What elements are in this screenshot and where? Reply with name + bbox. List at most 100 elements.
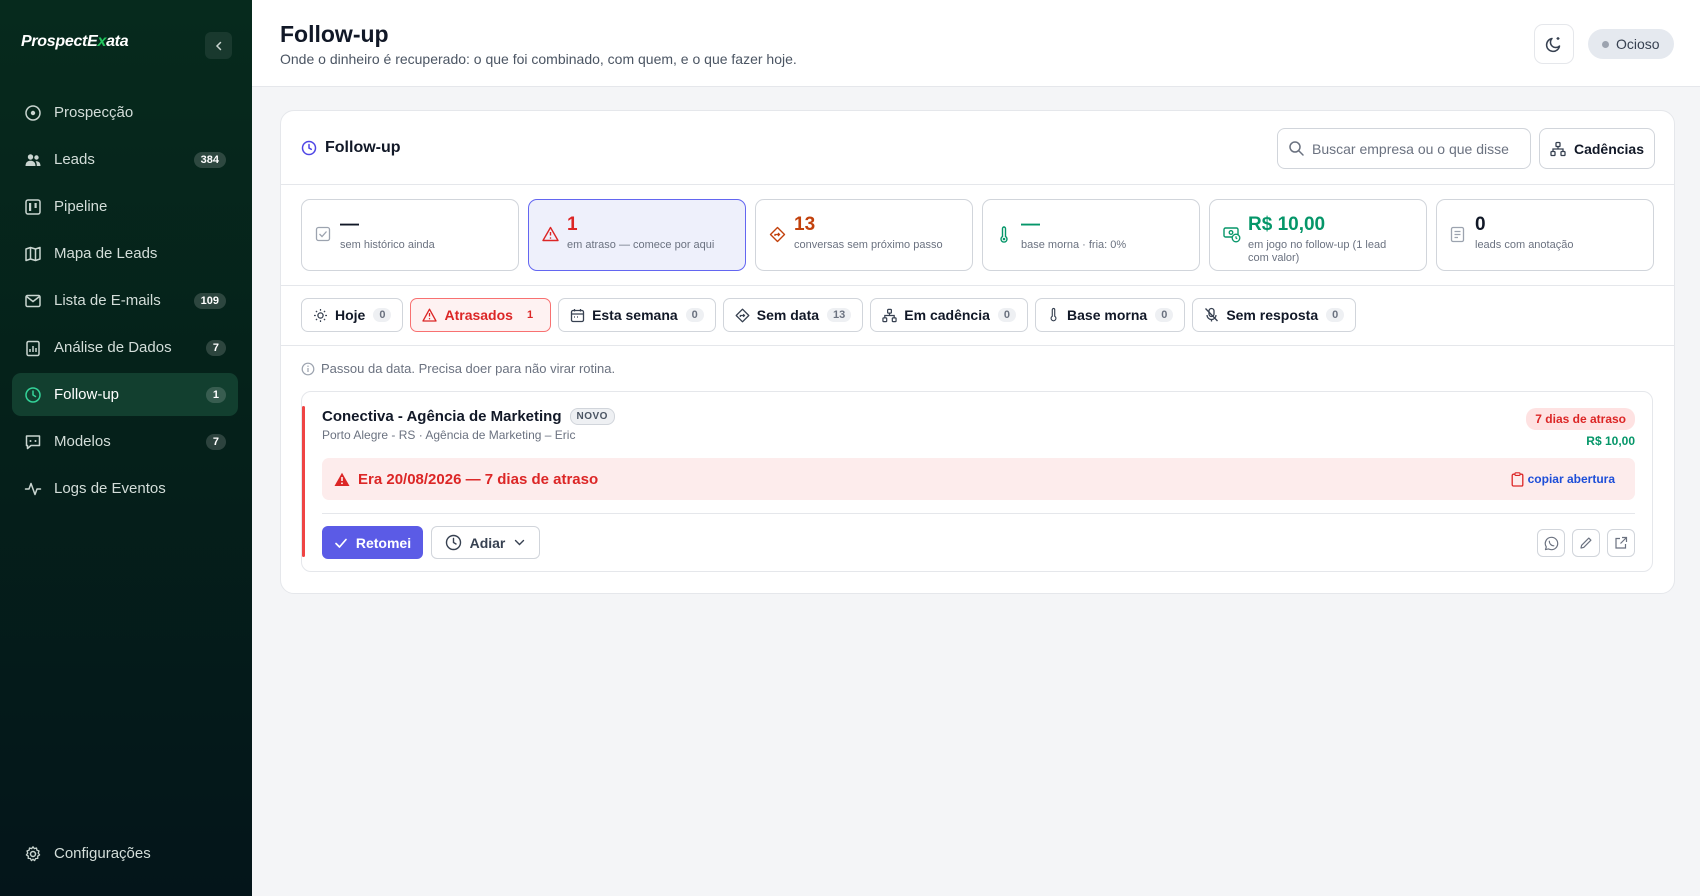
warning-icon	[542, 226, 559, 242]
clipboard-chart-icon	[24, 339, 42, 357]
lead-meta: Porto Alegre - RS · Agência de Marketing…	[322, 428, 576, 442]
status-badge: Ocioso	[1588, 29, 1674, 59]
copy-opening-link[interactable]: copiar abertura	[1511, 471, 1615, 487]
stat-em-atraso[interactable]: 1 em atraso — comece por aqui	[528, 199, 746, 271]
sun-icon	[314, 308, 327, 322]
open-external-button[interactable]	[1607, 529, 1635, 557]
sidebar-item-label: Pipeline	[54, 198, 108, 215]
stat-value: 0	[1475, 214, 1486, 235]
diamond-arrow-icon	[735, 308, 750, 322]
stat-base-morna[interactable]: — base morna · fria: 0%	[982, 199, 1200, 271]
clock-icon	[445, 534, 461, 551]
notes-icon	[1450, 226, 1465, 243]
tab-sem-resposta[interactable]: Sem resposta 0	[1192, 298, 1357, 332]
search-field[interactable]	[1277, 128, 1531, 169]
sidebar-item-leads[interactable]: Leads 384	[12, 138, 238, 181]
edit-button[interactable]	[1572, 529, 1600, 557]
tab-atrasados[interactable]: Atrasados 1	[410, 298, 552, 332]
tab-count: 13	[827, 308, 852, 322]
stat-label: em atraso — comece por aqui	[567, 239, 715, 251]
check-icon	[335, 538, 347, 548]
tab-count: 0	[685, 308, 704, 322]
check-square-icon	[315, 226, 331, 242]
page-subtitle: Onde o dinheiro é recuperado: o que foi …	[280, 51, 797, 67]
moon-icon	[1545, 37, 1561, 53]
tab-sem-data[interactable]: Sem data 13	[722, 298, 864, 332]
overdue-alert: Era 20/08/2026 — 7 dias de atraso copiar…	[322, 458, 1635, 500]
collapse-sidebar-button[interactable]	[205, 32, 232, 59]
filter-tabs: Hoje 0 Atrasados 1 Esta semana 0 Sem dat…	[301, 298, 1357, 332]
stat-value: 13	[794, 214, 816, 235]
gear-icon	[24, 845, 42, 863]
sidebar-item-label: Follow-up	[54, 386, 120, 403]
tab-hoje[interactable]: Hoje 0	[301, 298, 404, 332]
sidebar-item-analise-de-dados[interactable]: Análise de Dados 7	[12, 326, 238, 369]
search-input[interactable]	[1312, 140, 1517, 157]
stat-label: base morna · fria: 0%	[1021, 239, 1127, 251]
warning-icon	[334, 472, 350, 486]
stat-value: R$ 10,00	[1248, 214, 1326, 235]
adiar-dropdown-button[interactable]: Adiar	[431, 526, 540, 559]
whatsapp-button[interactable]	[1537, 529, 1565, 557]
sidebar-item-pipeline[interactable]: Pipeline	[12, 185, 238, 228]
money-clock-icon	[1223, 227, 1241, 243]
stats-row: — sem histórico ainda 1 em atraso — come…	[301, 199, 1654, 271]
count-badge: 1	[205, 386, 226, 403]
sidebar-item-logs-de-eventos[interactable]: Logs de Eventos	[12, 467, 238, 510]
thermometer-icon	[1050, 307, 1057, 322]
sidebar-item-modelos[interactable]: Modelos 7	[12, 420, 238, 463]
status-label: Ocioso	[1616, 36, 1660, 52]
stat-historico[interactable]: — sem histórico ainda	[301, 199, 519, 271]
sidebar-item-follow-up[interactable]: Follow-up 1	[12, 373, 238, 416]
stat-label: sem histórico ainda	[340, 239, 435, 251]
stat-anotacoes[interactable]: 0 leads com anotação	[1436, 199, 1654, 271]
search-icon	[1289, 141, 1304, 156]
sidebar-item-configuracoes[interactable]: Configurações	[12, 832, 238, 875]
sidebar-nav: Prospecção Leads 384 Pipeline Mapa de Le…	[12, 91, 238, 514]
tab-base-morna[interactable]: Base morna 0	[1035, 298, 1186, 332]
stat-label: conversas sem próximo passo	[794, 239, 943, 251]
whatsapp-icon	[1544, 536, 1558, 550]
stat-sem-proximo-passo[interactable]: 13 conversas sem próximo passo	[755, 199, 973, 271]
lead-name[interactable]: Conectiva - Agência de Marketing NOVO	[322, 408, 615, 425]
pencil-icon	[1580, 537, 1592, 549]
panel-title: Follow-up	[301, 139, 401, 157]
overdue-indicator-bar	[302, 406, 305, 557]
overdue-badge: 7 dias de atraso	[1526, 408, 1635, 430]
page-header: Follow-up Onde o dinheiro é recuperado: …	[252, 0, 1700, 87]
lead-tag: NOVO	[569, 408, 615, 425]
external-link-icon	[1615, 536, 1628, 549]
mic-off-icon	[1205, 307, 1219, 322]
sidebar-item-lista-de-emails[interactable]: Lista de E-mails 109	[12, 279, 238, 322]
stat-value: —	[340, 214, 359, 235]
chevron-left-icon	[215, 41, 221, 50]
sidebar-item-label: Modelos	[54, 433, 111, 450]
follow-up-panel: Follow-up Cadências — sem histórico aind…	[280, 110, 1675, 594]
page-title: Follow-up	[280, 21, 389, 47]
count-badge: 7	[205, 433, 226, 450]
panel-header: Follow-up Cadências	[281, 111, 1674, 185]
sidebar-item-mapa-de-leads[interactable]: Mapa de Leads	[12, 232, 238, 275]
mail-icon	[24, 292, 42, 310]
theme-toggle-button[interactable]	[1534, 24, 1574, 64]
kanban-icon	[24, 198, 42, 216]
clock-icon	[301, 140, 317, 156]
tab-count: 0	[1326, 308, 1345, 322]
tab-count: 0	[1155, 308, 1174, 322]
retomei-button[interactable]: Retomei	[322, 526, 423, 559]
tab-em-cadencia[interactable]: Em cadência 0	[870, 298, 1029, 332]
count-badge: 7	[205, 339, 226, 356]
sidebar-item-label: Análise de Dados	[54, 339, 172, 356]
count-badge: 384	[193, 151, 226, 168]
activity-icon	[24, 480, 42, 498]
brand-logo[interactable]: ProspectExata	[21, 33, 129, 51]
cadencias-button[interactable]: Cadências	[1539, 128, 1655, 169]
stat-em-jogo[interactable]: R$ 10,00 em jogo no follow-up (1 lead co…	[1209, 199, 1427, 271]
info-icon	[301, 362, 315, 375]
sidebar: ProspectExata Prospecção Leads 384 Pipel…	[0, 0, 252, 896]
sidebar-item-prospeccao[interactable]: Prospecção	[12, 91, 238, 134]
warning-icon	[422, 308, 438, 322]
tab-esta-semana[interactable]: Esta semana 0	[558, 298, 716, 332]
overdue-alert-text: Era 20/08/2026 — 7 dias de atraso	[358, 470, 599, 488]
tab-count: 0	[997, 308, 1017, 322]
